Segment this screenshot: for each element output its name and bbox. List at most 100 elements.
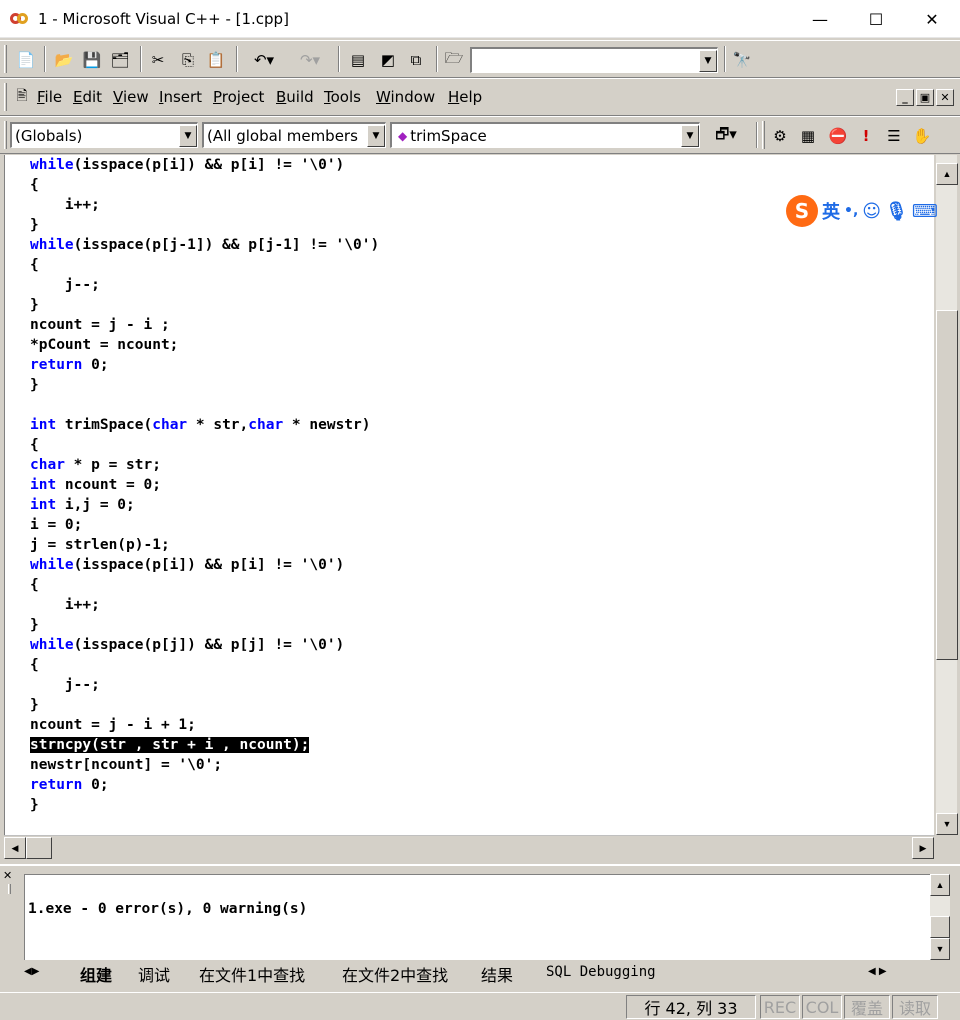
hscroll-thumb[interactable] [26, 837, 52, 859]
function-combo[interactable]: ◆ trimSpace ▼ [390, 122, 700, 148]
doc-minimize-button[interactable]: _ [896, 89, 914, 106]
code-line[interactable]: } [30, 615, 379, 635]
save-icon[interactable]: 💾 [80, 48, 104, 72]
menu-build[interactable]: Build [276, 88, 314, 106]
code-line[interactable]: i++; [30, 195, 379, 215]
tab-nav-buttons[interactable]: ◀▶ [24, 966, 39, 988]
scroll-thumb[interactable] [936, 310, 958, 660]
code-line[interactable]: } [30, 375, 379, 395]
mic-icon[interactable]: 🎙 [885, 201, 908, 222]
code-line[interactable]: *pCount = ncount; [30, 335, 379, 355]
code-line[interactable]: } [30, 695, 379, 715]
code-line[interactable]: } [30, 295, 379, 315]
tab-debug[interactable]: 调试 [138, 962, 170, 985]
new-text-file-icon[interactable]: 📄 [14, 48, 38, 72]
code-line[interactable]: i++; [30, 595, 379, 615]
save-all-icon[interactable]: 🗂 [108, 48, 132, 72]
code-area[interactable]: while(isspace(p[i]) && p[i] != '\0'){ i+… [4, 155, 934, 835]
window-list-icon[interactable]: ⧉ [404, 48, 428, 72]
scroll-left-button[interactable]: ◀ [4, 837, 26, 859]
sogou-logo-icon[interactable]: S [786, 195, 818, 227]
tab-find-in-files-1[interactable]: 在文件1中查找 [199, 962, 305, 985]
close-icon[interactable]: ✕ [3, 870, 21, 882]
stop-build-icon[interactable]: ⛔ [826, 124, 850, 148]
code-line[interactable]: while(isspace(p[j-1]) && p[j-1] != '\0') [30, 235, 379, 255]
scroll-right-button[interactable]: ▶ [912, 837, 934, 859]
undo-icon[interactable]: ↶▾ [244, 48, 284, 72]
cut-icon[interactable]: ✂ [146, 48, 170, 72]
scroll-up-button[interactable]: ▲ [936, 163, 958, 185]
code-line[interactable]: int i,j = 0; [30, 495, 379, 515]
open-icon[interactable]: 📂 [52, 48, 76, 72]
editor-vertical-scrollbar[interactable]: ▲ ▼ [935, 155, 958, 835]
find-combo[interactable]: ▼ [470, 47, 718, 73]
find-in-files-icon[interactable]: 🗁 [442, 48, 466, 72]
code-line[interactable]: { [30, 575, 379, 595]
menu-project[interactable]: Project [213, 88, 264, 106]
code-line[interactable]: while(isspace(p[i]) && p[i] != '\0') [30, 555, 379, 575]
menu-insert[interactable]: Insert [159, 88, 202, 106]
code-line[interactable]: return 0; [30, 775, 379, 795]
execute-icon[interactable]: ! [854, 124, 878, 148]
selection-margin[interactable] [5, 155, 29, 835]
scroll-down-button[interactable]: ▼ [930, 938, 950, 960]
scroll-up-button[interactable]: ▲ [930, 874, 950, 896]
code-line[interactable]: newstr[ncount] = '\0'; [30, 755, 379, 775]
doc-close-button[interactable]: ✕ [936, 89, 954, 106]
keyboard-icon[interactable]: ⌨ [912, 201, 938, 222]
maximize-button[interactable]: ☐ [848, 0, 904, 38]
build-icon[interactable]: ▦ [796, 124, 820, 148]
ime-mode[interactable]: 英 [822, 198, 840, 224]
chevron-down-icon[interactable]: ▼ [367, 124, 385, 147]
toolbar-grip[interactable] [4, 121, 7, 149]
workspace-icon[interactable]: ▤ [346, 48, 370, 72]
code-line[interactable]: int trimSpace(char * str,char * newstr) [30, 415, 379, 435]
close-button[interactable]: ✕ [904, 0, 960, 38]
code-line[interactable]: i = 0; [30, 515, 379, 535]
menu-tools[interactable]: Tools [324, 88, 361, 106]
code-line[interactable]: while(isspace(p[i]) && p[i] != '\0') [30, 155, 379, 175]
code-lines[interactable]: while(isspace(p[i]) && p[i] != '\0'){ i+… [30, 155, 379, 815]
scroll-thumb[interactable] [930, 916, 950, 938]
code-line[interactable]: j = strlen(p)-1; [30, 535, 379, 555]
chevron-down-icon[interactable]: ▼ [699, 49, 717, 72]
tab-results[interactable]: 结果 [481, 962, 513, 985]
code-line[interactable]: ncount = j - i + 1; [30, 715, 379, 735]
find-icon[interactable]: 🔭 [730, 48, 754, 72]
code-line[interactable]: { [30, 175, 379, 195]
code-line[interactable]: return 0; [30, 355, 379, 375]
tab-scroll-buttons[interactable]: ◀ ▶ [868, 966, 887, 988]
code-line[interactable]: while(isspace(p[j]) && p[j] != '\0') [30, 635, 379, 655]
code-line[interactable]: j--; [30, 675, 379, 695]
copy-icon[interactable]: ⎘ [176, 48, 200, 72]
tab-build[interactable]: 组建 [80, 962, 112, 985]
compile-icon[interactable]: ⚙ [768, 124, 792, 148]
output-text-area[interactable]: 1.exe - 0 error(s), 0 warning(s) [24, 874, 930, 960]
code-line[interactable]: char * p = str; [30, 455, 379, 475]
editor-horizontal-scrollbar[interactable]: ◀ ▶ [4, 835, 935, 859]
toolbar-grip[interactable] [4, 45, 7, 73]
filter-combo[interactable]: (All global members ▼ [202, 122, 386, 148]
menu-file[interactable]: File [37, 88, 62, 106]
menubar-grip[interactable] [4, 83, 7, 111]
menu-window[interactable]: Window [376, 88, 435, 106]
doc-restore-button[interactable]: ▣ [916, 89, 934, 106]
output-vertical-scrollbar[interactable]: ▲ ▼ [930, 874, 950, 960]
code-line[interactable]: } [30, 795, 379, 815]
code-line[interactable]: j--; [30, 275, 379, 295]
wizard-action-icon[interactable]: 🗗▾ [704, 124, 748, 148]
scope-combo[interactable]: (Globals) ▼ [10, 122, 198, 148]
insert-breakpoint-icon[interactable]: ☰ [882, 124, 906, 148]
scroll-down-button[interactable]: ▼ [936, 813, 958, 835]
code-line[interactable]: strncpy(str , str + i , ncount); [30, 735, 379, 755]
code-line[interactable]: int ncount = 0; [30, 475, 379, 495]
redo-icon[interactable]: ↷▾ [290, 48, 330, 72]
menu-edit[interactable]: Edit [73, 88, 102, 106]
menu-view[interactable]: View [113, 88, 149, 106]
code-line[interactable]: { [30, 655, 379, 675]
chevron-down-icon[interactable]: ▼ [179, 124, 197, 147]
toolbar-grip[interactable] [762, 121, 765, 149]
chevron-down-icon[interactable]: ▼ [681, 124, 699, 147]
document-icon[interactable]: 🖹 [12, 87, 32, 107]
menu-help[interactable]: Help [448, 88, 482, 106]
